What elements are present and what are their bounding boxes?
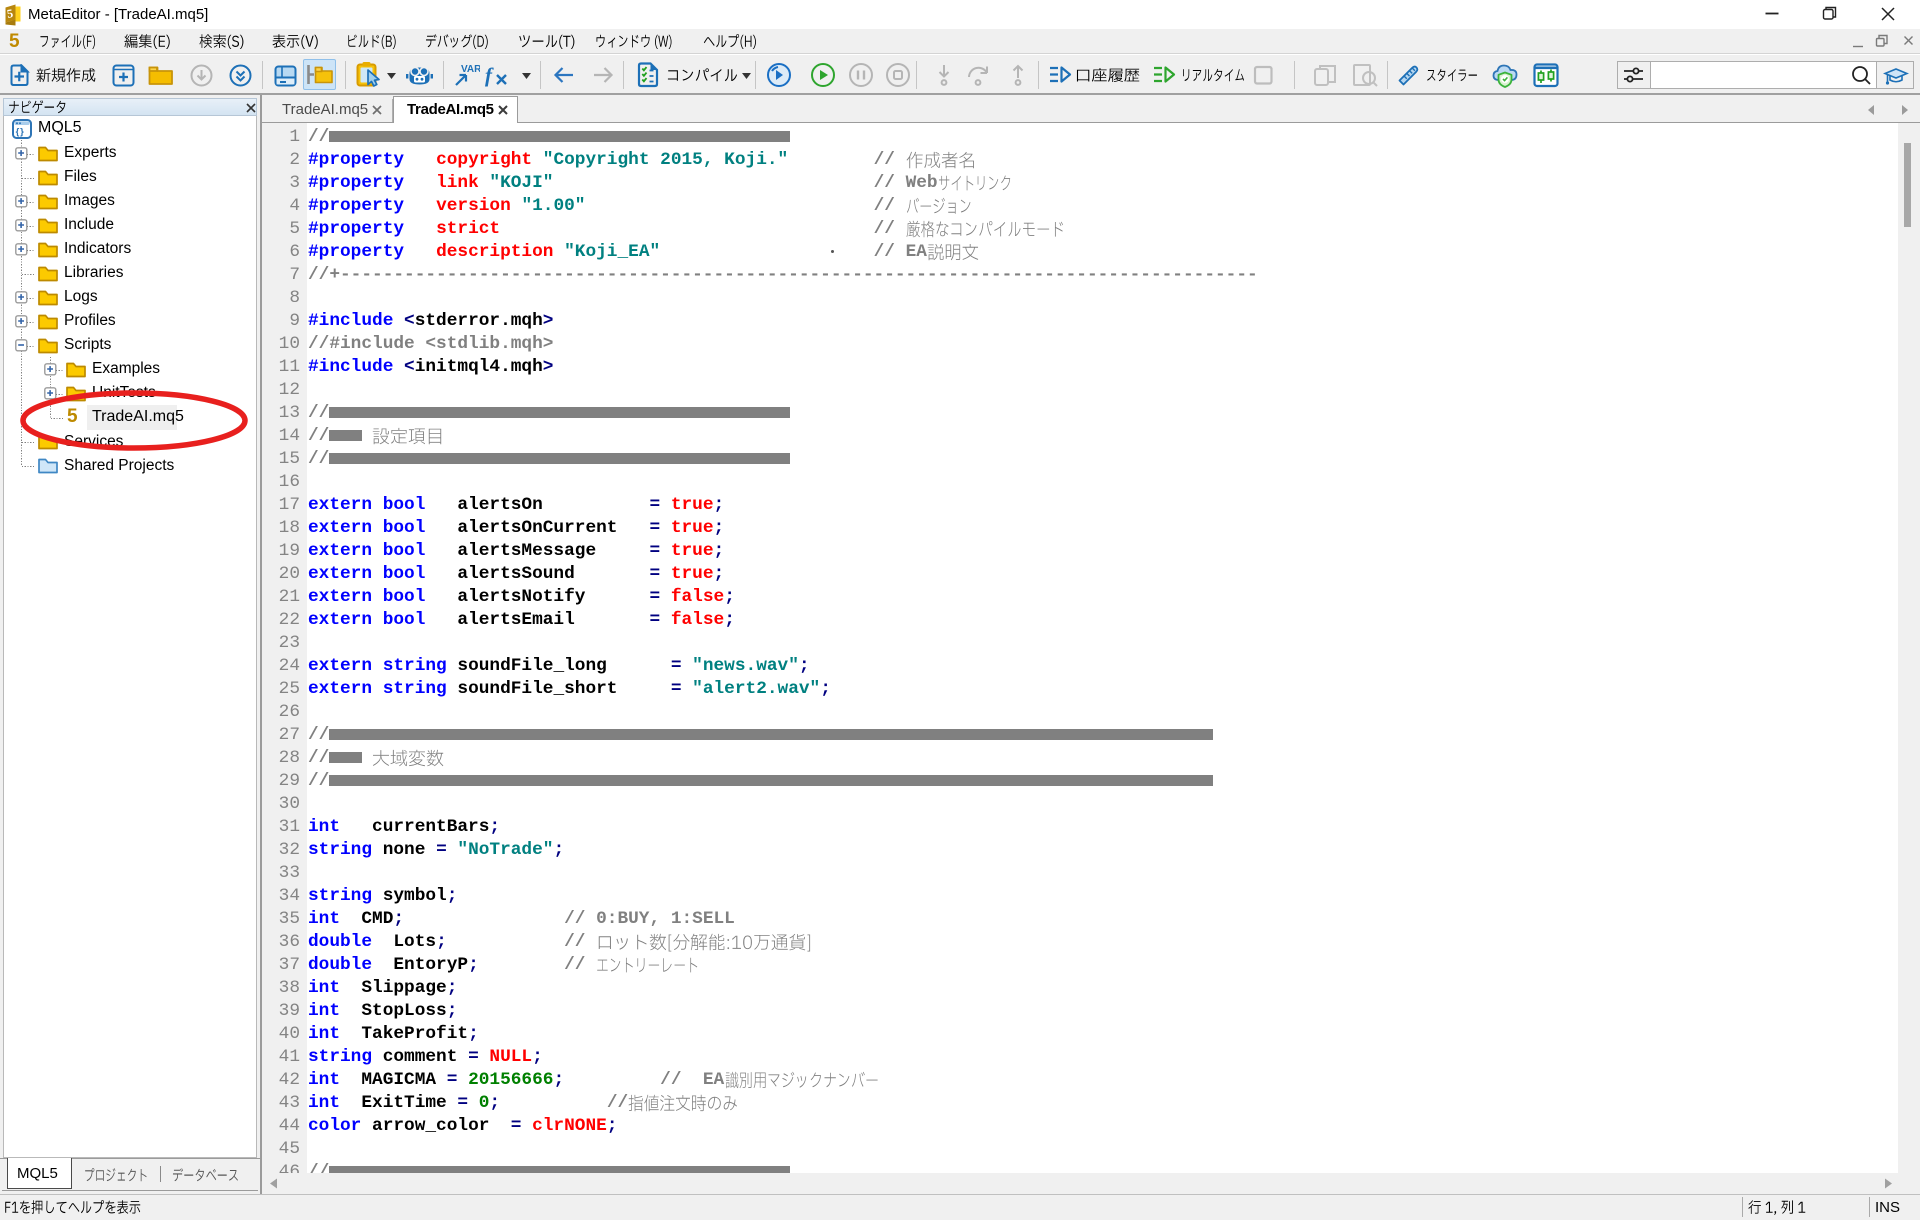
svg-text:f: f — [485, 63, 494, 87]
svg-text:{ }: { } — [16, 127, 24, 138]
svg-text:VAR: VAR — [461, 64, 480, 75]
